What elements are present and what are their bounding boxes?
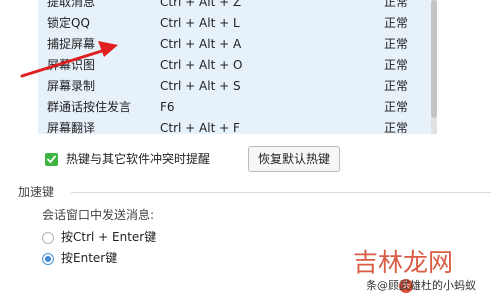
hotkey-status: 正常 (384, 58, 409, 72)
check-icon (47, 155, 56, 163)
watermark-text: 条@顾武雄杜的小蚂蚁 (366, 279, 476, 292)
hotkey-row[interactable]: 屏幕翻译 Ctrl + Alt + F 正常 (38, 118, 431, 134)
hotkey-name: 锁定QQ (47, 16, 90, 30)
hotkey-status: 正常 (384, 0, 409, 9)
hotkey-name: 提取消息 (47, 0, 96, 9)
hotkey-name: 屏幕识图 (47, 58, 96, 72)
hotkey-row[interactable]: 锁定QQ Ctrl + Alt + L 正常 (38, 13, 431, 34)
hotkey-table: 提取消息 Ctrl + Alt + Z 正常 锁定QQ Ctrl + Alt +… (38, 0, 431, 134)
hotkey-key: F6 (160, 100, 175, 114)
hotkey-key: Ctrl + Alt + Z (160, 0, 242, 9)
hotkey-status: 正常 (384, 100, 409, 114)
hotkey-key: Ctrl + Alt + S (160, 79, 241, 93)
accelerator-section-title: 加速键 (18, 185, 55, 199)
hotkey-status: 正常 (384, 16, 409, 30)
conflict-reminder-checkbox[interactable] (45, 153, 58, 166)
send-message-label: 会话窗口中发送消息: (42, 208, 155, 222)
radio-ctrl-enter-label[interactable]: 按Ctrl + Enter键 (61, 229, 156, 245)
radio-enter-label[interactable]: 按Enter键 (61, 250, 117, 266)
hotkey-status: 正常 (384, 79, 409, 93)
hotkey-row[interactable]: 屏幕录制 Ctrl + Alt + S 正常 (38, 76, 431, 97)
hotkey-status: 正常 (384, 121, 409, 134)
hotkey-row[interactable]: 提取消息 Ctrl + Alt + Z 正常 (38, 0, 431, 13)
hotkey-key: Ctrl + Alt + O (160, 58, 243, 72)
radio-selected-dot (45, 256, 51, 262)
hotkey-row[interactable]: 群通话按住发言 F6 正常 (38, 97, 431, 118)
hotkey-scrollbar[interactable] (431, 0, 437, 134)
hotkey-row[interactable]: 屏幕识图 Ctrl + Alt + O 正常 (38, 55, 431, 76)
hotkey-name: 捕捉屏幕 (47, 37, 96, 51)
hotkey-name: 屏幕翻译 (47, 121, 96, 134)
scrollbar-thumb[interactable] (431, 0, 437, 118)
hotkey-key: Ctrl + Alt + F (160, 121, 240, 134)
radio-enter[interactable] (42, 253, 54, 265)
watermark-logo: 吉林龙网 (353, 248, 454, 277)
conflict-reminder-label[interactable]: 热键与其它软件冲突时提醒 (66, 151, 210, 167)
hotkey-status: 正常 (384, 37, 409, 51)
hotkey-name: 群通话按住发言 (47, 100, 132, 114)
radio-ctrl-enter[interactable] (42, 232, 54, 244)
hotkey-key: Ctrl + Alt + L (160, 16, 240, 30)
hotkey-row[interactable]: 捕捉屏幕 Ctrl + Alt + A 正常 (38, 34, 431, 55)
hotkey-name: 屏幕录制 (47, 79, 96, 93)
section-divider (71, 192, 491, 193)
restore-default-hotkeys-button[interactable]: 恢复默认热键 (248, 146, 340, 172)
hotkey-key: Ctrl + Alt + A (160, 37, 242, 51)
